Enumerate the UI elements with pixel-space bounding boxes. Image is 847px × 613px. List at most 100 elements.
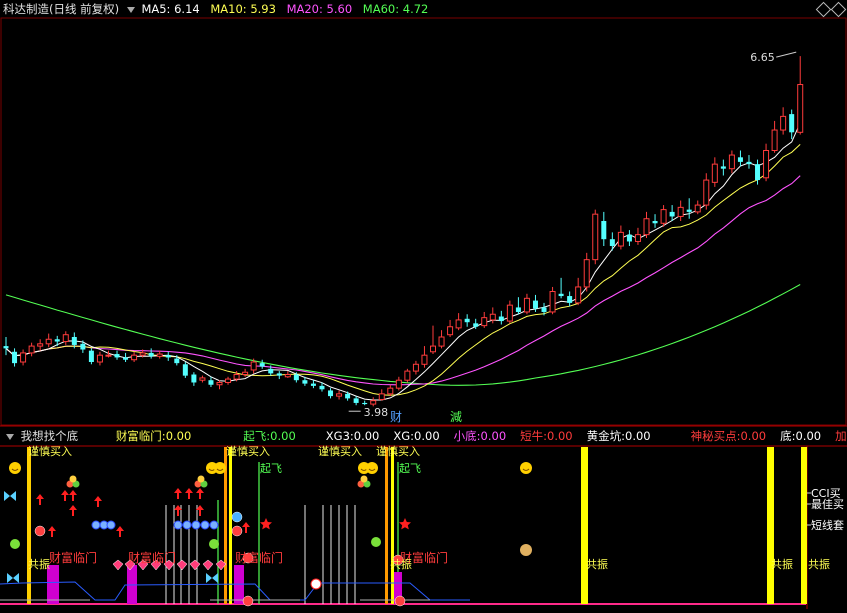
candle-body <box>28 345 35 354</box>
flower-icon <box>191 520 201 530</box>
candle-body <box>139 352 146 356</box>
candle-body <box>455 319 462 329</box>
apple-icon <box>371 537 381 547</box>
fruit-icon <box>197 475 205 483</box>
candle-body <box>464 318 470 323</box>
candle-body <box>156 353 163 357</box>
readout-value: 0.00 <box>165 429 192 443</box>
signal-ball-icon <box>231 525 243 537</box>
indicator-title[interactable]: 我想找个底 <box>21 427 79 445</box>
flower-icon <box>91 520 101 530</box>
candle-body <box>345 393 351 399</box>
candle-body <box>319 385 325 390</box>
wealth-diamond <box>189 559 201 571</box>
candle-body <box>54 339 60 342</box>
up-arrow-icon <box>174 488 182 499</box>
candle-body <box>123 357 129 360</box>
cautious-label-3: 谨慎买入 <box>318 444 362 458</box>
candle-body <box>523 297 530 313</box>
candle-body <box>634 234 641 242</box>
ma60-line <box>5 284 801 386</box>
resonance-label-3: 共振 <box>586 557 608 571</box>
candle-body <box>20 352 27 363</box>
candle-body <box>216 381 223 386</box>
readout-value: 0.00 <box>414 429 440 443</box>
candle-body <box>771 129 778 151</box>
candle-body <box>447 326 454 336</box>
candle-body <box>438 336 445 347</box>
readout-label: 起飞: <box>243 429 271 443</box>
candle-body <box>601 221 607 240</box>
candle-body <box>694 204 701 213</box>
title-dropdown-icon[interactable] <box>126 6 135 13</box>
star-icon <box>260 518 272 530</box>
candle-body <box>763 149 770 179</box>
ma20-label: MA20: <box>286 2 323 16</box>
candle-body <box>328 390 334 397</box>
up-arrow-icon <box>185 488 193 499</box>
candle-body <box>310 383 316 386</box>
readout-label: XG: <box>393 429 415 443</box>
candle-body <box>378 393 385 401</box>
resonance-bar <box>581 447 588 604</box>
fruit-icon <box>69 475 77 483</box>
best-buy-label: 最佳买 <box>811 497 844 511</box>
candle-body <box>481 317 488 327</box>
candle-body <box>45 338 52 345</box>
candle-body <box>737 157 743 162</box>
ma20-value: 5.60 <box>326 2 353 16</box>
candle-body <box>617 231 624 247</box>
up-arrow-icon <box>48 526 56 537</box>
candle-body <box>395 379 402 389</box>
candle-body <box>686 209 692 212</box>
flower-icon <box>173 520 183 530</box>
candle-body <box>626 234 632 242</box>
butterfly-icon <box>4 491 16 501</box>
indicator-readouts: 财富临门:0.00 起飞:0.00 XG3:0.00 XG:0.00 小底:0.00 短牛… <box>116 427 847 445</box>
readout-value: 0.00 <box>547 429 573 443</box>
resonance-label-1: 共振 <box>28 557 50 571</box>
candle-body <box>515 307 521 312</box>
candle-body <box>165 355 171 358</box>
candle-body <box>755 164 761 181</box>
cautious-label-1: 谨慎买入 <box>28 444 72 458</box>
gold-bar <box>229 447 232 604</box>
readout-label: 短牛: <box>520 429 548 443</box>
money-bag-icon <box>520 544 532 556</box>
indicator-dropdown-icon[interactable] <box>6 433 14 440</box>
up-arrow-icon <box>242 522 250 533</box>
readout-label: 神秘买点: <box>690 429 741 443</box>
candle-body <box>233 374 240 380</box>
candle-body <box>583 259 590 288</box>
candle-body <box>660 209 667 224</box>
apple-icon <box>209 539 219 549</box>
candle-body <box>105 354 112 357</box>
candle-body <box>789 114 795 133</box>
readout-value: 0.00 <box>625 429 651 443</box>
signal-ball-icon <box>394 595 406 607</box>
candle-body <box>293 374 299 381</box>
wealth-label-3: 财富临门 <box>235 550 283 565</box>
stock-title[interactable]: 科达制造(日线 前复权) <box>3 0 119 18</box>
up-arrow-icon <box>36 494 44 505</box>
resonance-label-2: 共振 <box>390 557 412 571</box>
candle-body <box>353 398 359 403</box>
flower-icon <box>106 520 116 530</box>
candle-body <box>242 371 249 376</box>
high-pointer <box>776 51 797 58</box>
readout-value: 0.00 <box>270 429 296 443</box>
candle-body <box>370 400 377 405</box>
candle-body <box>575 286 582 304</box>
candle-body <box>609 239 615 247</box>
candle-body <box>720 166 726 169</box>
cautious-label-2: 谨慎买入 <box>226 444 270 458</box>
up-arrow-icon <box>61 490 69 501</box>
candle-body <box>12 351 18 364</box>
wealth-label-2: 财富临门 <box>128 550 176 565</box>
wealth-label-1: 财富临门 <box>49 550 97 565</box>
ma10-label: MA10: <box>210 2 247 16</box>
up-arrow-icon <box>116 526 124 537</box>
gold-bar <box>391 447 394 604</box>
readout-label: 黄金坑: <box>586 429 625 443</box>
ma10-value: 5.93 <box>250 2 276 16</box>
